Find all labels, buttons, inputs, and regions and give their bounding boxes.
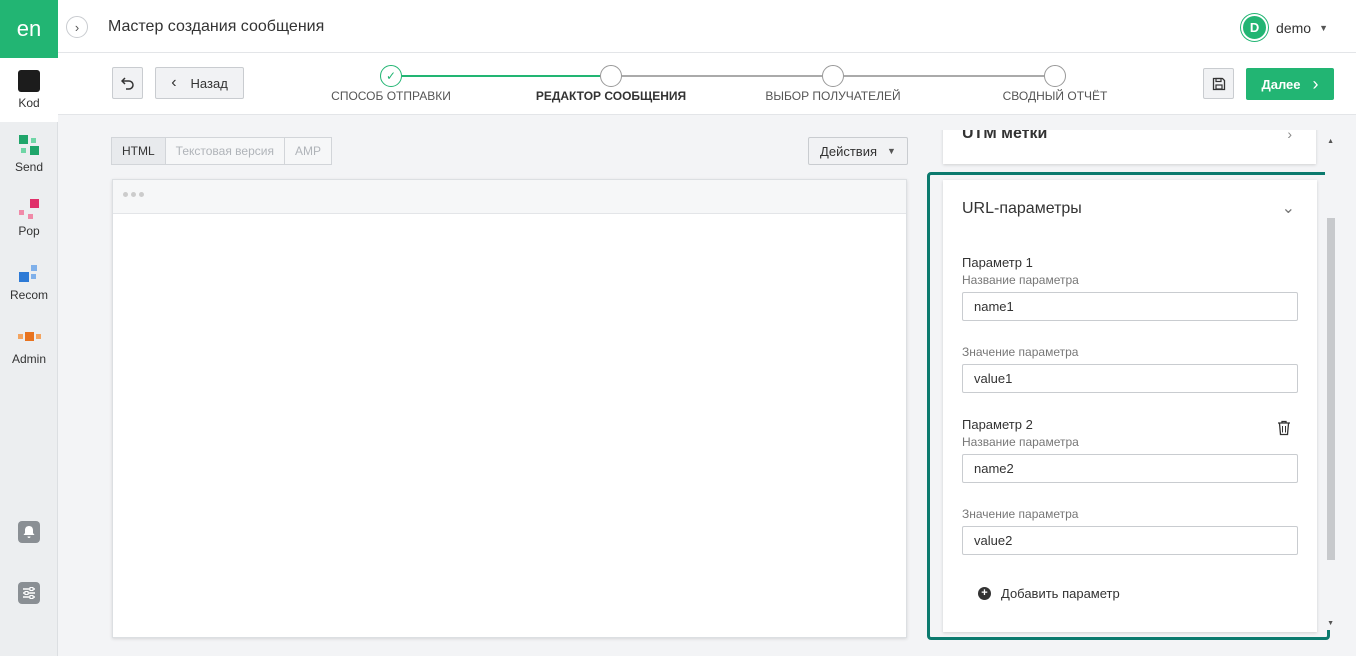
avatar: D [1241, 14, 1269, 41]
chevron-right-icon: › [74, 19, 80, 35]
expand-sidebar-button[interactable]: › [66, 16, 88, 38]
rail-item-label: Admin [11, 352, 46, 366]
undo-button[interactable] [112, 67, 143, 99]
save-button[interactable] [1203, 68, 1234, 99]
scroll-up-icon[interactable]: ▲ [1327, 138, 1334, 145]
admin-icon [18, 326, 41, 348]
window-dot [139, 192, 144, 197]
settings-panel: UTM метки › URL-параметры ⌄ Параметр 1 Н… [927, 130, 1337, 656]
message-editor[interactable] [112, 179, 907, 638]
editor-tabs: HTML Текстовая версия AMP [111, 137, 332, 165]
highlight-frame [927, 172, 1330, 640]
chevron-left-icon: ‹ [171, 74, 177, 91]
step-3-dot[interactable] [822, 65, 844, 87]
recom-icon [18, 262, 40, 284]
rail-item-label: Recom [9, 288, 48, 302]
user-menu[interactable]: D demo ▼ [1241, 14, 1328, 41]
step-3-label[interactable]: ВЫБОР ПОЛУЧАТЕЛЕЙ [765, 89, 900, 103]
app-logo[interactable]: en [0, 0, 58, 58]
scroll-down-icon[interactable]: ▼ [1327, 620, 1334, 627]
pop-icon [18, 198, 40, 220]
tab-html[interactable]: HTML [111, 137, 166, 165]
rail-item-label: Kod [18, 96, 40, 110]
step-connector [402, 75, 600, 77]
caret-down-icon: ▼ [887, 146, 896, 156]
tab-text-version[interactable]: Текстовая версия [164, 137, 285, 165]
step-connector [844, 75, 1044, 77]
actions-label: Действия [820, 143, 878, 159]
panel-scrollbar[interactable]: ▲ ▼ [1325, 130, 1337, 630]
actions-dropdown[interactable]: Действия ▼ [808, 137, 908, 165]
step-4-dot[interactable] [1044, 65, 1066, 87]
back-button[interactable]: ‹ Назад [155, 67, 244, 99]
window-dot [131, 192, 136, 197]
utm-title: UTM метки [962, 130, 1048, 142]
user-name: demo [1276, 19, 1312, 36]
send-icon [18, 134, 40, 156]
step-4-label[interactable]: СВОДНЫЙ ОТЧЁТ [1003, 89, 1108, 103]
next-button-label: Далее [1261, 76, 1301, 92]
chevron-right-icon: › [1312, 73, 1319, 94]
left-rail: en Kod Send Pop Recom Admin [0, 0, 58, 656]
step-1-label[interactable]: СПОСОБ ОТПРАВКИ [331, 89, 451, 103]
rail-item-admin[interactable]: Admin [0, 314, 58, 378]
rail-item-pop[interactable]: Pop [0, 186, 58, 250]
window-dot [123, 192, 128, 197]
step-2-dot[interactable] [600, 65, 622, 87]
chevron-right-icon: › [1287, 130, 1292, 142]
scrollbar-thumb[interactable] [1327, 218, 1335, 560]
next-button[interactable]: Далее › [1246, 68, 1334, 100]
editor-header [113, 180, 906, 214]
tab-amp[interactable]: AMP [283, 137, 332, 165]
rail-item-recom[interactable]: Recom [0, 250, 58, 314]
step-connector [622, 75, 822, 77]
caret-down-icon: ▼ [1319, 22, 1328, 33]
notifications-bell-icon[interactable] [18, 521, 40, 543]
rail-item-label: Pop [18, 224, 40, 238]
page-title: Мастер создания сообщения [108, 18, 325, 35]
back-button-label: Назад [190, 75, 228, 91]
save-icon [1212, 77, 1225, 90]
step-1-check-icon[interactable]: ✓ [380, 65, 402, 87]
utm-section[interactable]: UTM метки › [943, 130, 1316, 164]
top-bar: › Мастер создания сообщения D demo ▼ [58, 0, 1356, 53]
kod-icon [18, 70, 40, 92]
rail-item-send[interactable]: Send [0, 122, 58, 186]
undo-icon [120, 77, 134, 90]
wizard-bar: ‹ Назад ✓ СПОСОБ ОТПРАВКИ РЕДАКТОР СООБЩ… [58, 53, 1356, 115]
settings-sliders-icon[interactable] [18, 582, 40, 604]
rail-item-kod[interactable]: Kod [0, 58, 58, 122]
rail-item-label: Send [14, 160, 44, 174]
step-2-label[interactable]: РЕДАКТОР СООБЩЕНИЯ [536, 89, 686, 103]
